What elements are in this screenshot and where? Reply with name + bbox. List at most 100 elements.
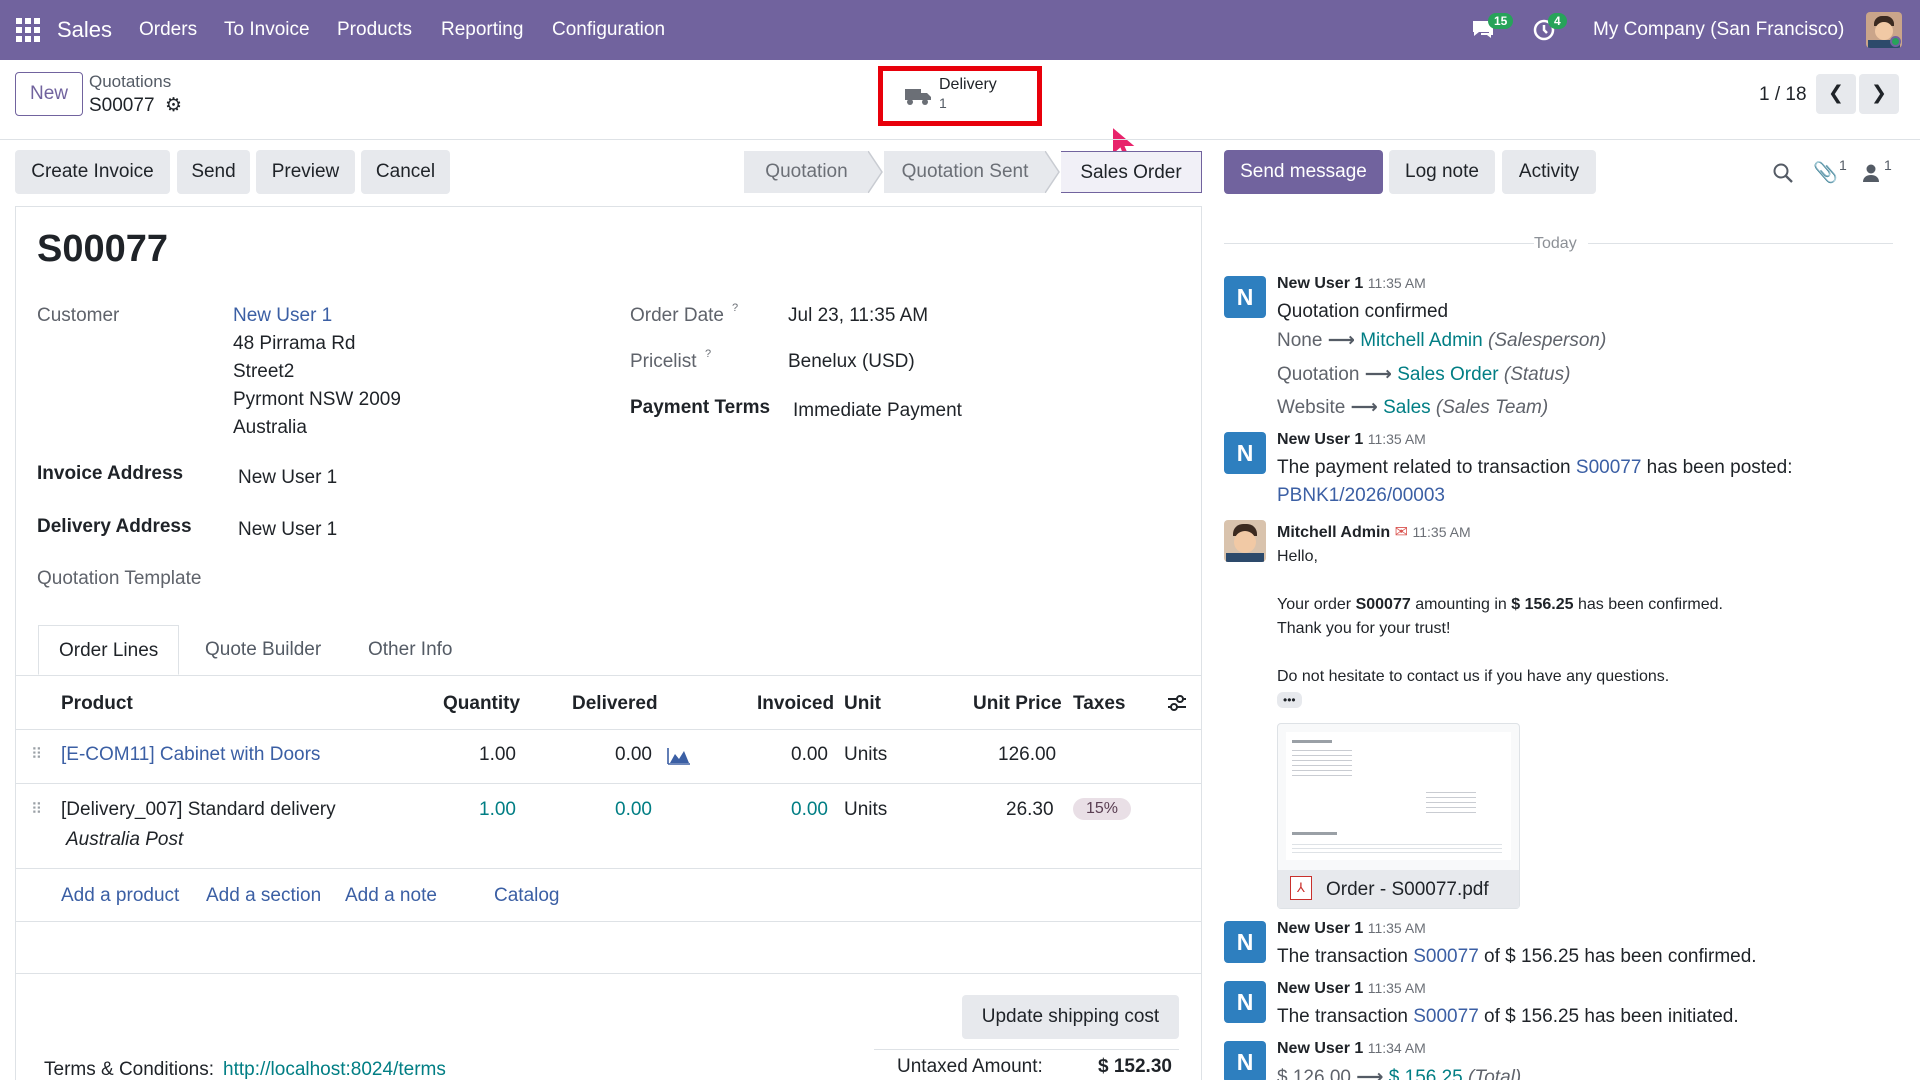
col-quantity[interactable]: Quantity — [443, 693, 520, 715]
attachment-name[interactable]: Order - S00077.pdf — [1326, 879, 1489, 901]
row-unit[interactable]: Units — [844, 744, 887, 766]
menu-products[interactable]: Products — [337, 19, 412, 41]
tab-other-info[interactable]: Other Info — [348, 625, 473, 675]
email-body-line: Thank you for your trust! — [1277, 620, 1451, 637]
add-note-link[interactable]: Add a note — [345, 885, 437, 907]
help-icon[interactable]: ? — [705, 348, 711, 360]
divider — [874, 1049, 1179, 1050]
avatar[interactable]: N — [1224, 921, 1266, 963]
pager-next-button[interactable]: ❯ — [1859, 74, 1899, 114]
update-shipping-button[interactable]: Update shipping cost — [962, 995, 1179, 1039]
col-invoiced[interactable]: Invoiced — [757, 693, 834, 715]
followers-count: 1 — [1884, 157, 1892, 173]
catalog-link[interactable]: Catalog — [494, 885, 560, 907]
avatar[interactable]: N — [1224, 276, 1266, 318]
pricelist-field[interactable]: Benelux (USD) — [788, 351, 915, 373]
stage-arrow — [1045, 151, 1060, 193]
row-invoiced[interactable]: 0.00 — [791, 799, 828, 821]
row-product-description: Australia Post — [66, 829, 184, 850]
tab-quote-builder[interactable]: Quote Builder — [185, 625, 341, 675]
apps-menu-icon[interactable] — [16, 18, 40, 42]
gear-icon[interactable]: ⚙ — [165, 94, 182, 117]
message-author: New User 1 11:35 AM — [1277, 980, 1426, 997]
row-unit-price[interactable]: 26.30 — [1006, 799, 1054, 821]
log-note-button[interactable]: Log note — [1389, 150, 1495, 194]
menu-configuration[interactable]: Configuration — [552, 19, 665, 41]
row-delivered[interactable]: 0.00 — [615, 744, 652, 766]
divider — [15, 729, 1202, 730]
tab-order-lines[interactable]: Order Lines — [38, 625, 180, 675]
message-body: The payment related to transaction S0007… — [1277, 457, 1793, 478]
tracking-line: None ⟶ Mitchell Admin (Salesperson) — [1277, 330, 1607, 351]
col-unit[interactable]: Unit — [844, 693, 881, 715]
delivery-address-label: Delivery Address — [37, 516, 192, 537]
menu-to-invoice[interactable]: To Invoice — [224, 19, 310, 41]
new-button[interactable]: New — [15, 72, 83, 116]
activity-button[interactable]: Activity — [1502, 150, 1596, 194]
tracking-line: Website ⟶ Sales (Sales Team) — [1277, 397, 1549, 418]
customer-field[interactable]: New User 1 — [233, 305, 332, 327]
col-product[interactable]: Product — [61, 693, 133, 715]
invoice-address-field[interactable]: New User 1 — [238, 467, 337, 489]
customer-label: Customer — [37, 305, 120, 326]
pdf-attachment-card[interactable]: ⅄ Order - S00077.pdf — [1277, 723, 1520, 909]
stage-sales-order[interactable]: Sales Order — [1061, 151, 1202, 193]
followers-icon[interactable] — [1862, 163, 1880, 183]
row-quantity[interactable]: 1.00 — [479, 744, 516, 766]
search-icon[interactable] — [1772, 162, 1794, 184]
payment-terms-field[interactable]: Immediate Payment — [793, 400, 962, 422]
expand-message-button[interactable]: ••• — [1277, 692, 1302, 708]
untaxed-amount-label: Untaxed Amount: — [897, 1056, 1043, 1077]
pager-value[interactable]: 1 / 18 — [1759, 84, 1807, 106]
app-name[interactable]: Sales — [57, 17, 112, 43]
payment-link[interactable]: PBNK1/2026/00003 — [1277, 485, 1445, 507]
cancel-button[interactable]: Cancel — [361, 150, 450, 194]
add-product-link[interactable]: Add a product — [61, 885, 179, 907]
stage-quotation-sent[interactable]: Quotation Sent — [884, 151, 1046, 193]
row-unit-price[interactable]: 126.00 — [998, 744, 1056, 766]
forecast-chart-icon[interactable] — [667, 747, 691, 765]
delivery-address-field[interactable]: New User 1 — [238, 519, 337, 541]
avatar[interactable] — [1224, 520, 1266, 562]
message-body: The transaction S00077 of $ 156.25 has b… — [1277, 946, 1757, 967]
activities-badge: 4 — [1548, 13, 1567, 29]
col-taxes[interactable]: Taxes — [1073, 693, 1125, 715]
pager-previous-button[interactable]: ❮ — [1816, 74, 1856, 114]
avatar[interactable]: N — [1224, 981, 1266, 1023]
avatar[interactable]: N — [1224, 432, 1266, 474]
breadcrumb-quotations[interactable]: Quotations — [89, 72, 171, 92]
row-delivered[interactable]: 0.00 — [615, 799, 652, 821]
preview-button[interactable]: Preview — [256, 150, 355, 194]
company-switcher[interactable]: My Company (San Francisco) — [1593, 19, 1844, 41]
row-invoiced[interactable]: 0.00 — [791, 744, 828, 766]
row-product[interactable]: [E-COM11] Cabinet with Doors — [61, 744, 320, 766]
menu-reporting[interactable]: Reporting — [441, 19, 523, 41]
col-delivered[interactable]: Delivered — [572, 693, 658, 715]
row-quantity[interactable]: 1.00 — [479, 799, 516, 821]
order-date-field[interactable]: Jul 23, 11:35 AM — [788, 305, 928, 327]
invoice-address-label: Invoice Address — [37, 463, 184, 484]
stage-quotation[interactable]: Quotation — [744, 151, 869, 193]
send-button[interactable]: Send — [177, 150, 250, 194]
drag-handle-icon[interactable]: ⠿ — [31, 800, 42, 818]
pdf-thumbnail — [1286, 732, 1511, 860]
tax-badge[interactable]: 15% — [1073, 798, 1132, 820]
email-body-line: Do not hesitate to contact us if you hav… — [1277, 668, 1670, 685]
drag-handle-icon[interactable]: ⠿ — [31, 745, 42, 763]
user-avatar[interactable] — [1866, 12, 1902, 48]
terms-link[interactable]: http://localhost:8024/terms — [223, 1059, 446, 1080]
send-message-button[interactable]: Send message — [1224, 150, 1383, 194]
create-invoice-button[interactable]: Create Invoice — [15, 150, 170, 194]
paperclip-icon[interactable]: 📎 — [1813, 160, 1838, 185]
tracking-line: Quotation ⟶ Sales Order (Status) — [1277, 364, 1571, 385]
menu-orders[interactable]: Orders — [139, 19, 197, 41]
row-unit[interactable]: Units — [844, 799, 887, 821]
pdf-file-icon: ⅄ — [1290, 876, 1312, 900]
delivery-smart-button[interactable]: Delivery 1 — [888, 74, 1032, 118]
row-product[interactable]: [Delivery_007] Standard delivery — [61, 799, 336, 821]
col-unit-price[interactable]: Unit Price — [973, 693, 1062, 715]
column-settings-icon[interactable] — [1166, 692, 1188, 714]
avatar[interactable]: N — [1224, 1041, 1266, 1080]
help-icon[interactable]: ? — [732, 302, 738, 314]
add-section-link[interactable]: Add a section — [206, 885, 321, 907]
